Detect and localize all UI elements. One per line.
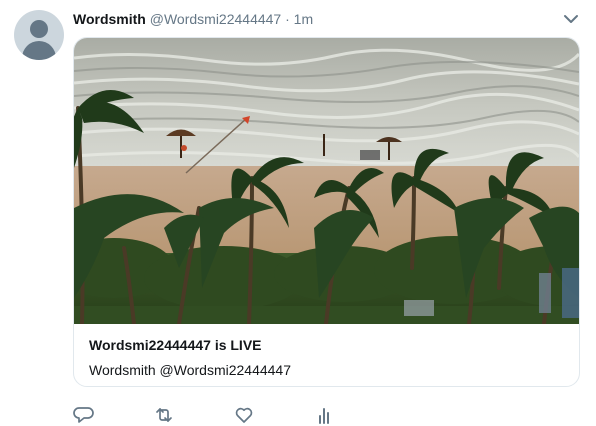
display-name[interactable]: Wordsmith	[73, 11, 146, 27]
avatar[interactable]	[14, 10, 64, 60]
separator-dot: ·	[285, 11, 290, 27]
retweet-icon[interactable]	[153, 404, 175, 426]
tweet[interactable]: Wordsmith @Wordsmi22444447 · 1m Wordsmi2…	[0, 0, 596, 426]
analytics-icon[interactable]	[313, 404, 335, 426]
like-icon[interactable]	[233, 404, 255, 426]
card-subtitle: Wordsmith @Wordsmi22444447	[89, 362, 292, 378]
tweet-timestamp[interactable]: 1m	[294, 11, 313, 27]
chevron-down-icon[interactable]	[562, 12, 580, 26]
user-handle[interactable]: @Wordsmi22444447	[150, 11, 281, 27]
tweet-header: Wordsmith @Wordsmi22444447 · 1m	[73, 10, 313, 28]
reply-icon[interactable]	[73, 404, 95, 426]
live-card[interactable]: Wordsmi22444447 is LIVE Wordsmith @Words…	[73, 37, 580, 387]
storm-beach-palms-image	[74, 38, 579, 324]
default-avatar-icon	[30, 20, 48, 38]
card-title: Wordsmi22444447 is LIVE	[89, 337, 262, 353]
